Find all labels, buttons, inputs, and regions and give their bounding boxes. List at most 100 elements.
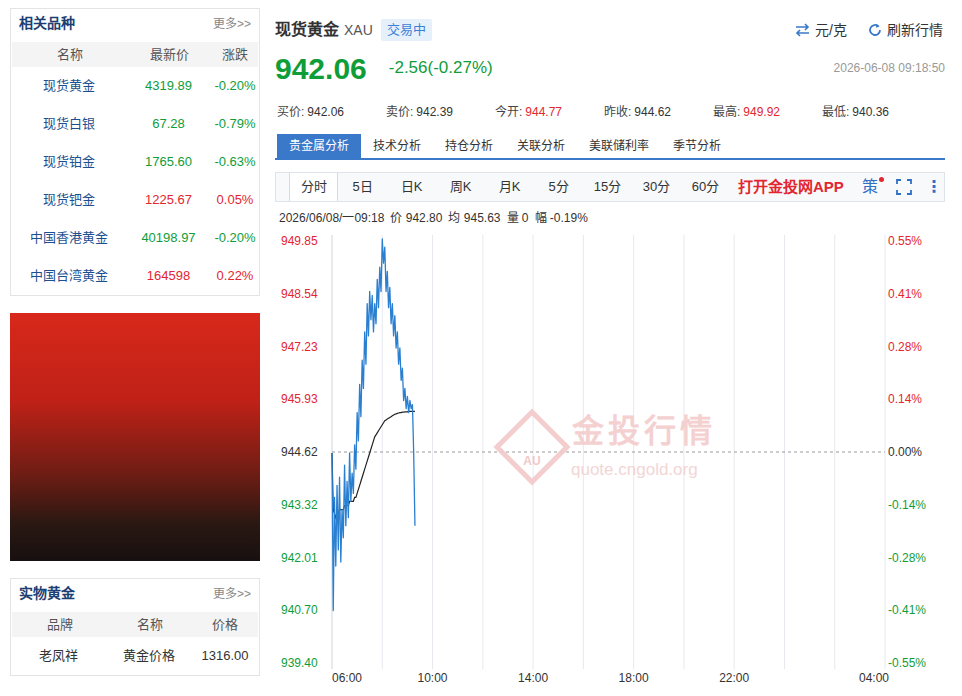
related-row[interactable]: 中国香港黄金40198.97-0.20% <box>11 219 259 257</box>
x-tick: 10:00 <box>418 671 448 685</box>
stat-value: 944.77 <box>525 105 562 119</box>
tick-price: 942.01 <box>281 551 318 565</box>
refresh-label: 刷新行情 <box>887 20 943 41</box>
column-title: 价格 <box>192 615 258 635</box>
period-tab[interactable]: 5分 <box>534 173 583 201</box>
prev-close-line <box>332 452 885 453</box>
related-row[interactable]: 现货铂金1765.60-0.63% <box>11 143 259 181</box>
period-tab[interactable]: 周K <box>436 173 485 201</box>
stat-label: 昨收: <box>604 105 631 119</box>
y-tick: 947.230.28% <box>281 340 922 354</box>
cell-price: 4319.89 <box>126 76 211 96</box>
tick-price: 943.32 <box>281 498 318 512</box>
chart-info: 2026/06/08/一09:18价 942.80均 945.63量 0幅 -0… <box>275 209 945 227</box>
period-tab[interactable]: 月K <box>485 173 534 201</box>
instrument-code: XAU <box>344 20 373 41</box>
physical-row[interactable]: 老凤祥黄金价格1316.00 <box>11 637 259 675</box>
card-title: 相关品种 <box>19 13 75 34</box>
cell-name: 现货黄金 <box>11 76 126 96</box>
app-link[interactable]: 打开金投网APP <box>738 173 844 201</box>
cell-price: 1225.67 <box>126 190 211 210</box>
tick-percent: 0.41% <box>888 287 922 301</box>
cell-price: 164598 <box>126 266 211 286</box>
fullscreen-button[interactable] <box>896 173 912 201</box>
chart-toolbar: 分时5日日K周K月K5分15分30分60分打开金投网APP 策 ⋮ <box>275 172 945 202</box>
logo-icon <box>497 412 567 482</box>
period-tab[interactable]: 5日 <box>338 173 387 201</box>
stat-label: 卖价: <box>386 105 413 119</box>
grid-line <box>834 235 835 669</box>
logo-text: AU <box>523 454 540 468</box>
refresh-button[interactable]: 刷新行情 <box>867 20 943 41</box>
column-header: 名称最新价涨跌 <box>12 42 258 67</box>
cell-price: 40198.97 <box>126 228 211 248</box>
cell-change: 0.22% <box>211 266 259 286</box>
related-row[interactable]: 现货黄金4319.89-0.20% <box>11 67 259 105</box>
cell-name: 现货白银 <box>11 114 126 134</box>
cell-name: 中国香港黄金 <box>11 228 126 248</box>
grid-line <box>583 235 584 669</box>
period-tab[interactable]: 15分 <box>583 173 632 201</box>
stats-row: 买价:942.06卖价:942.39今开:944.77昨收:944.62最高:9… <box>275 102 945 122</box>
cell-change: 0.05% <box>211 190 259 210</box>
analysis-tab[interactable]: 季节分析 <box>661 134 733 158</box>
price-change: -2.56(-0.27%) <box>389 55 493 81</box>
physical-card: 实物黄金更多>>品牌名称价格老凤祥黄金价格1316.00 <box>10 578 260 676</box>
analysis-tab[interactable]: 持仓分析 <box>433 134 505 158</box>
stat-value: 942.06 <box>307 105 344 119</box>
stat-item: 今开:944.77 <box>495 103 604 121</box>
watermark: AU金投行情quote.cngold.org <box>497 412 716 482</box>
period-tab[interactable]: 60分 <box>681 173 730 201</box>
period-tab[interactable]: 日K <box>387 173 436 201</box>
shape <box>897 180 911 194</box>
x-tick: 18:00 <box>619 671 649 685</box>
stat-label: 最高: <box>713 105 740 119</box>
watermark-url: quote.cngold.org <box>571 460 698 479</box>
more-link[interactable]: 更多>> <box>213 585 251 603</box>
card-header: 相关品种 更多>> <box>11 9 259 38</box>
x-tick: 22:00 <box>719 671 749 685</box>
tick-percent: -0.41% <box>888 603 926 617</box>
grid-line <box>432 235 433 669</box>
refresh-icon <box>867 22 883 38</box>
ad-banner[interactable] <box>10 313 260 561</box>
related-row[interactable]: 现货白银67.28-0.79% <box>11 105 259 143</box>
strategy-label: 策 <box>862 175 878 199</box>
tick-percent: 0.55% <box>888 234 922 248</box>
period-tab[interactable]: 分时 <box>289 173 338 201</box>
column-title: 名称 <box>12 45 127 65</box>
stat-value: 942.39 <box>416 105 453 119</box>
related-row[interactable]: 现货钯金1225.670.05% <box>11 181 259 219</box>
analysis-tab[interactable]: 关联分析 <box>505 134 577 158</box>
notice-dot <box>879 177 884 182</box>
y-tick: 949.850.55% <box>281 234 922 248</box>
strategy-button[interactable]: 策 <box>862 173 882 201</box>
analysis-tab[interactable]: 技术分析 <box>361 134 433 158</box>
related-row[interactable]: 中国台湾黄金1645980.22% <box>11 257 259 295</box>
quote-title: 现货黄金XAU交易中 <box>275 18 432 42</box>
tick-price: 940.70 <box>281 603 318 617</box>
stat-label: 最低: <box>822 105 849 119</box>
stat-item: 买价:942.06 <box>277 103 386 121</box>
more-menu[interactable]: ⋮ <box>926 173 942 201</box>
price-line <box>332 239 415 611</box>
card-header: 实物黄金更多>> <box>11 579 259 608</box>
analysis-tab[interactable]: 贵金属分析 <box>277 134 361 158</box>
stat-item: 最低:940.36 <box>822 103 931 121</box>
more-link[interactable]: 更多>> <box>213 15 251 33</box>
stat-label: 买价: <box>277 105 304 119</box>
grid-line <box>683 235 684 669</box>
last-price: 942.06 <box>275 52 367 85</box>
unit-switch[interactable]: 元/克 <box>794 20 847 41</box>
cell-change: -0.79% <box>211 114 259 134</box>
intraday-chart: 949.850.55%948.540.41%947.230.28%945.930… <box>275 229 945 687</box>
y-tick: 940.70 -0.41% <box>281 603 926 617</box>
x-tick: 06:00 <box>332 671 362 685</box>
period-tab[interactable]: 30分 <box>632 173 681 201</box>
analysis-tab[interactable]: 美联储利率 <box>577 134 661 158</box>
cell-name: 现货铂金 <box>11 152 126 172</box>
tick-price: 944.62 <box>281 445 318 459</box>
info-item: 价 942.80 <box>390 209 442 227</box>
cell-brand: 老凤祥 <box>11 646 106 666</box>
sidebar: 相关品种更多>>名称最新价涨跌现货黄金4319.89-0.20%现货白银67.2… <box>10 8 260 687</box>
